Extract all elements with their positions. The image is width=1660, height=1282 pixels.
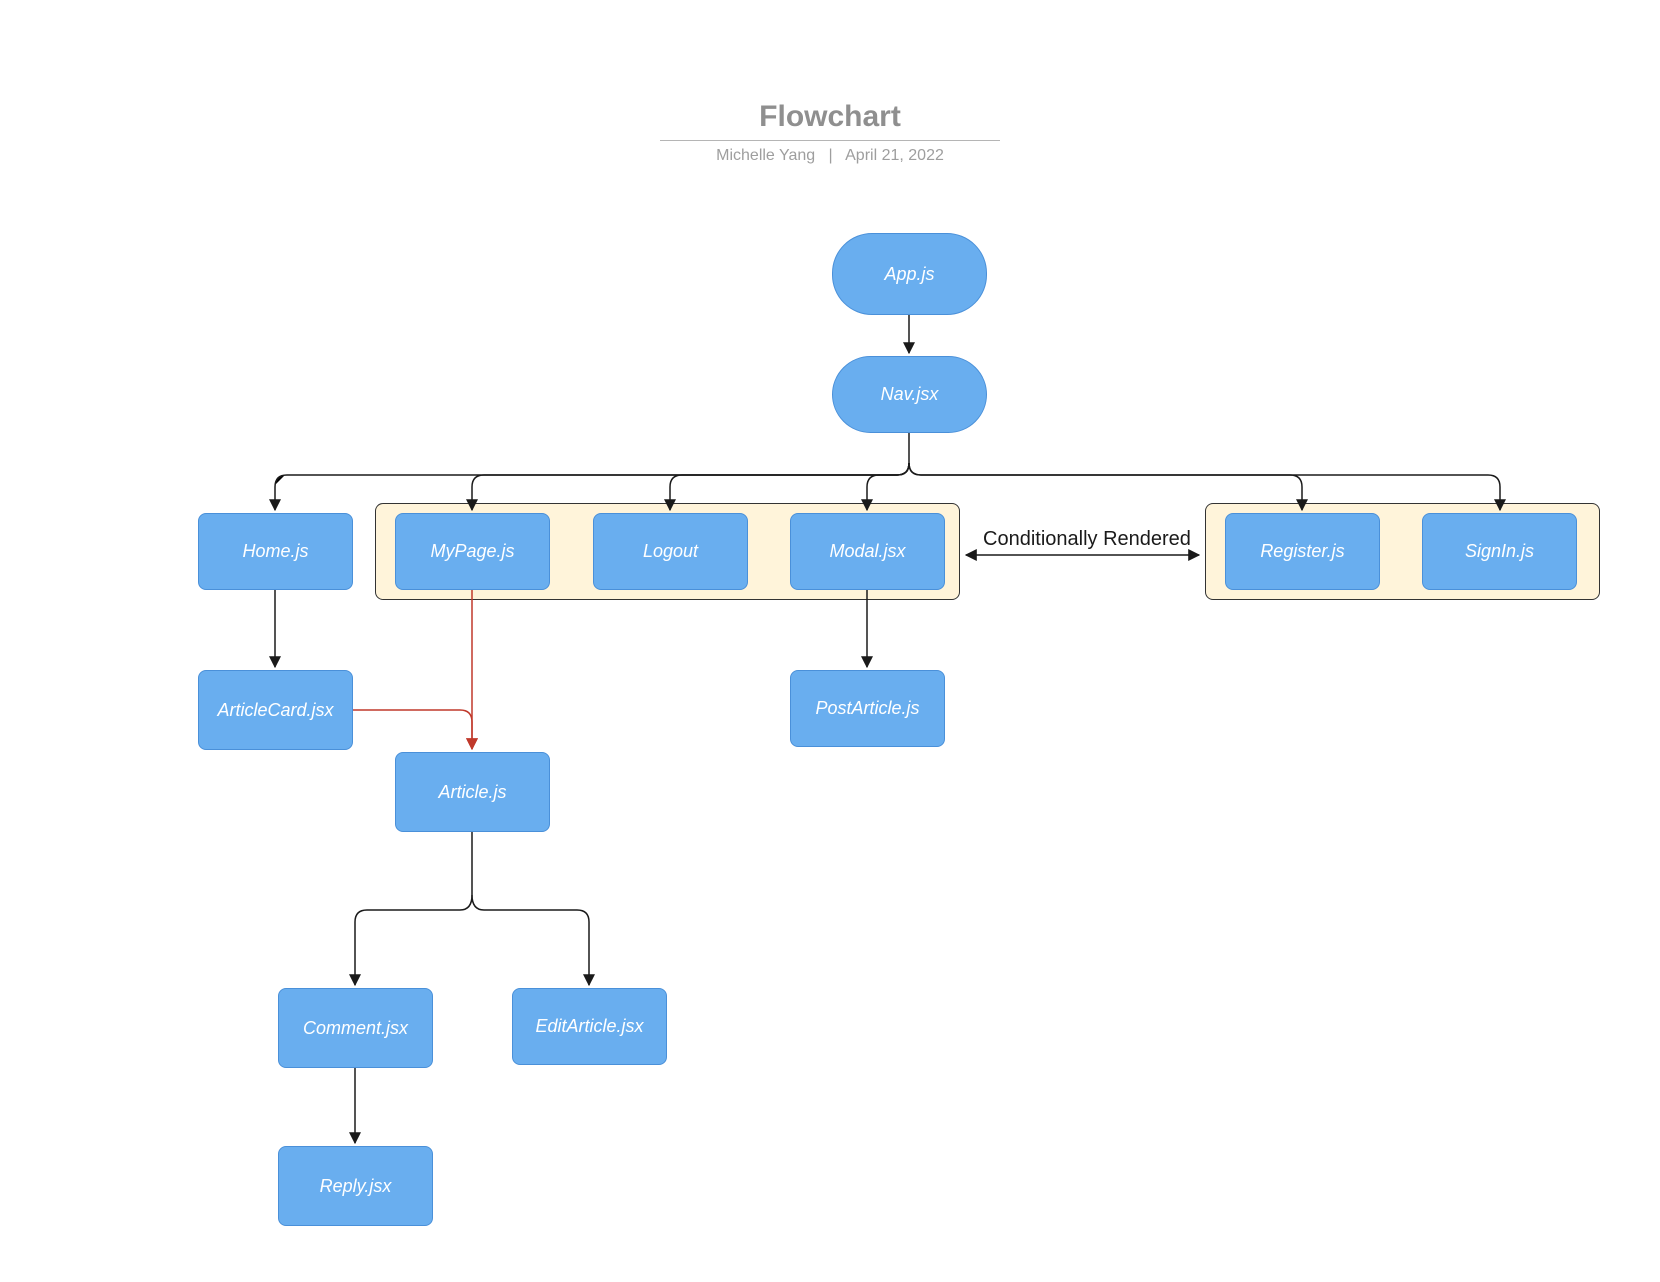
node-logout-label: Logout [643,541,698,562]
node-logout: Logout [593,513,748,590]
node-reply-label: Reply.jsx [320,1176,392,1197]
node-articlecard: ArticleCard.jsx [198,670,353,750]
node-articlecard-label: ArticleCard.jsx [217,700,333,721]
node-home-label: Home.js [242,541,308,562]
node-nav-label: Nav.jsx [881,384,939,405]
node-mypage: MyPage.js [395,513,550,590]
node-modal-label: Modal.jsx [829,541,905,562]
edges-layer [0,0,1660,1282]
node-comment-label: Comment.jsx [303,1018,408,1039]
node-home: Home.js [198,513,353,590]
node-mypage-label: MyPage.js [430,541,514,562]
node-article-label: Article.js [438,782,506,803]
node-reply: Reply.jsx [278,1146,433,1226]
node-editarticle-label: EditArticle.jsx [535,1016,643,1037]
title-block: Flowchart Michelle Yang | April 21, 2022 [660,100,1000,165]
page-subtitle: Michelle Yang | April 21, 2022 [660,147,1000,165]
node-article: Article.js [395,752,550,832]
node-signin-label: SignIn.js [1465,541,1534,562]
node-modal: Modal.jsx [790,513,945,590]
node-postarticle-label: PostArticle.js [815,698,919,719]
node-postarticle: PostArticle.js [790,670,945,747]
node-register-label: Register.js [1260,541,1344,562]
node-nav: Nav.jsx [832,356,987,433]
node-editarticle: EditArticle.jsx [512,988,667,1065]
separator: | [829,147,833,164]
node-comment: Comment.jsx [278,988,433,1068]
node-signin: SignIn.js [1422,513,1577,590]
node-app: App.js [832,233,987,315]
date: April 21, 2022 [845,147,944,164]
author-name: Michelle Yang [716,147,815,164]
page-title: Flowchart [660,100,1000,141]
edge-label-conditional: Conditionally Rendered [983,528,1191,551]
node-app-label: App.js [884,264,934,285]
flowchart-canvas: Flowchart Michelle Yang | April 21, 2022… [0,0,1660,1282]
node-register: Register.js [1225,513,1380,590]
